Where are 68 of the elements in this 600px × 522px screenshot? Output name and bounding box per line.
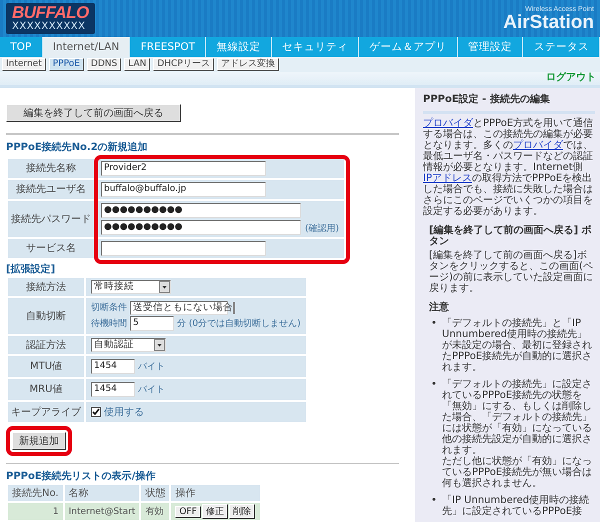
unit-label: バイト [138, 384, 165, 396]
input-field[interactable] [101, 240, 266, 256]
add-button[interactable]: 新規追加 [12, 432, 66, 450]
field-label: 切断条件 [91, 302, 127, 314]
field-label: サービス名 [8, 238, 94, 258]
dropdown[interactable]: 自動認証 [91, 338, 166, 352]
note-text: ただし他に状態が「有効」になっているPPPoE接続先が無い場合は何も選択されません。 [442, 456, 594, 489]
field-label: キープアライブ [8, 402, 84, 422]
field-note: 分 (0分では自動切断しません) [177, 318, 301, 330]
password-field[interactable]: ●●●●●●●●●● [101, 220, 301, 235]
column-header: 操作 [171, 485, 260, 502]
input-field[interactable]: buffalo@buffalo.jp [101, 182, 266, 197]
help-paragraph: プロバイダとPPPoE方式を用いて通信する場合は、この接続先の編集が必要となります。多くのプロバイダでは、最低ユーザ名・パスワードなどの認証情報が必要となります。Internet側 IPアドレスの取得方法でPPPoEを検出した場合でも、接続に失敗した場合はさらにこのページでいくつかの項目を設定する必要があります。 [423, 118, 594, 217]
subnav-tab[interactable]: PPPoE [48, 58, 84, 71]
note-text: 「IP Unnumbered使用時の接続先」に設定されているPPPoE接 [442, 495, 590, 517]
bullet-icon: • [431, 379, 439, 489]
field-label: 接続方法 [8, 278, 84, 296]
subnav-tab[interactable]: LAN [124, 58, 150, 71]
logo-text: BUFFALO [12, 4, 89, 21]
unit-label: バイト [138, 360, 165, 373]
checkbox-label: 使用する [104, 406, 144, 419]
bullet-icon: • [431, 495, 439, 517]
action-button[interactable]: 修正 [202, 504, 228, 520]
subnav-tab[interactable]: アドレス変換 [216, 58, 279, 71]
subnav-tab[interactable]: DHCPリース [153, 58, 214, 71]
field-note: (確認用) [305, 222, 340, 235]
field-label: 待機時間 [91, 318, 127, 330]
action-button[interactable]: 削除 [228, 504, 255, 520]
input-field[interactable]: 5 [130, 316, 174, 331]
bullet-icon: • [431, 318, 439, 373]
field-label: 接続先名称 [8, 158, 94, 178]
section-title: [拡張設定] [6, 262, 56, 276]
password-field[interactable]: ●●●●●●●●●● [101, 202, 301, 218]
column-header: 接続先No. [8, 485, 63, 502]
input-field[interactable]: 1454 [91, 358, 135, 374]
subnav-tab[interactable]: Internet [2, 58, 46, 71]
field-label: MRU値 [8, 378, 84, 400]
checkbox[interactable] [91, 406, 101, 417]
help-link[interactable]: プロバイダ [513, 140, 563, 151]
help-heading: 注意 [429, 302, 450, 313]
help-heading: [編集を終了して前の画面へ戻る] ボタン [429, 225, 593, 247]
field-label: 接続先ユーザ名 [8, 180, 94, 199]
section-title: PPPoE接続先リストの表示/操作 [6, 470, 156, 484]
table-cell: Internet@Start [64, 503, 140, 520]
table-cell: 1 [8, 503, 63, 520]
field-label: 接続先パスワード [8, 200, 94, 237]
subnav-tab[interactable]: DDNS [86, 58, 122, 71]
input-field[interactable]: Provider2 [101, 160, 266, 176]
product-name: AirStation [503, 12, 594, 32]
note-text: 「デフォルトの接続先」と「IP Unnumbered使用時の接続先」が未設定の場合、最初に登録されたPPPoE接続先が自動的に選択されます。 [442, 318, 594, 373]
back-button[interactable]: 編集を終了して前の画面へ戻る [6, 104, 181, 122]
table-cell: 有効 [141, 503, 170, 520]
column-header: 状態 [141, 485, 170, 502]
action-button[interactable]: OFF [175, 506, 201, 518]
input-field[interactable]: 1454 [91, 382, 135, 397]
field-label: 認証方法 [8, 336, 84, 354]
help-title: PPPoE設定 - 接続先の編集 [423, 94, 595, 114]
section-title: PPPoE接続先No.2の新規追加 [6, 140, 148, 154]
help-paragraph: [編集を終了して前の画面へ戻る]ボタンをクリックすると、この画面(ページ)の前に表示していた設定画面に戻ります。 [429, 250, 594, 294]
note-text: 「デフォルトの接続先」に設定されているPPPoE接続先の状態を「無効」にする、もしくは削除した場合、「デフォルトの接続先」には状態が「有効」になっている他の接続先設定が自動的に選択されます。 [442, 379, 593, 456]
field-label: MTU値 [8, 356, 84, 377]
nav-tab[interactable]: Internet/LAN [42, 37, 130, 57]
field-label: 自動切断 [8, 298, 84, 334]
help-link[interactable]: プロバイダ [423, 118, 473, 129]
dropdown[interactable]: 常時接続 [91, 280, 171, 294]
column-header: 名称 [64, 485, 140, 502]
help-link[interactable]: IPアドレス [423, 173, 472, 184]
model-name: XXXXXXXXXX [12, 21, 87, 33]
